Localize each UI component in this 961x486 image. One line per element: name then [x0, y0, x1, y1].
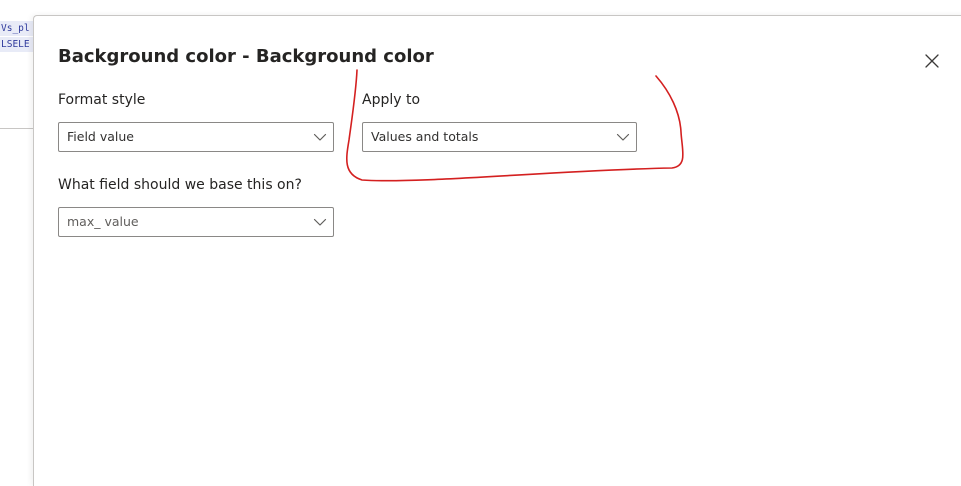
chevron-down-icon	[313, 218, 327, 226]
close-icon	[925, 54, 939, 68]
background-code-line: Vs_pl	[0, 21, 35, 36]
apply-to-label: Apply to	[362, 92, 421, 108]
chevron-down-icon	[616, 133, 630, 141]
format-style-value: Field value	[67, 129, 134, 144]
format-style-label: Format style	[58, 92, 146, 108]
background-divider	[0, 128, 34, 129]
chevron-down-icon	[313, 133, 327, 141]
base-field-label: What field should we base this on?	[58, 177, 302, 193]
close-button[interactable]	[921, 50, 943, 72]
background-code-line: LSELE	[0, 37, 35, 52]
apply-to-value: Values and totals	[371, 129, 479, 144]
base-field-dropdown[interactable]: max_ value	[58, 207, 334, 237]
base-field-value: max_ value	[67, 214, 139, 229]
dialog-title: Background color - Background color	[58, 46, 434, 67]
format-style-dropdown[interactable]: Field value	[58, 122, 334, 152]
apply-to-dropdown[interactable]: Values and totals	[362, 122, 637, 152]
conditional-formatting-dialog: Background color - Background color Form…	[33, 15, 961, 486]
